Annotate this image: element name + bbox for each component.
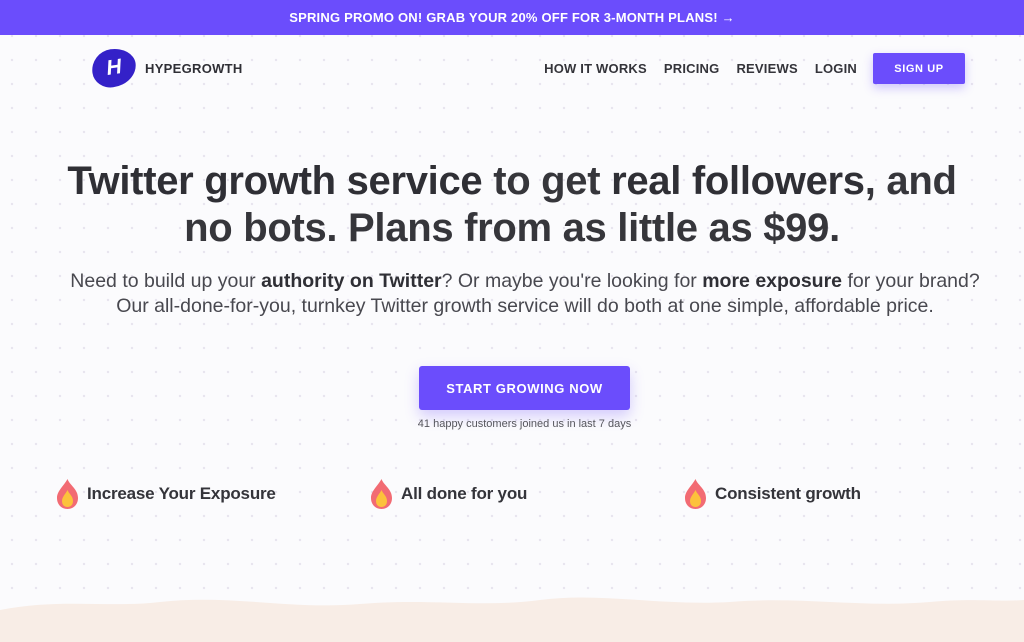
feature-consistent-growth: Consistent growth — [683, 478, 861, 510]
hero-desc-text-1: Need to build up your — [70, 270, 262, 292]
hero-description: Need to build up your authority on Twitt… — [66, 269, 984, 319]
brand-logo[interactable]: H HYPEGROWTH — [89, 46, 243, 90]
logo-icon: H — [89, 46, 139, 90]
hero-title-bold-1: Twitter growth service — [67, 159, 483, 203]
feature-label: All done for you — [401, 484, 528, 503]
flame-icon — [57, 479, 78, 509]
feature-increase-exposure: Increase Your Exposure — [55, 478, 276, 510]
hero-title: Twitter growth service to get real follo… — [40, 158, 984, 252]
hero-desc-text-2: ? Or maybe you're looking for — [441, 270, 703, 292]
hero-title-text-1: to get — [482, 159, 612, 203]
hero-desc-bold-2: more exposure — [702, 270, 843, 292]
social-proof-note: 41 happy customers joined us in last 7 d… — [417, 418, 632, 430]
nav-login[interactable]: LOGIN — [815, 61, 857, 76]
site-header: H HYPEGROWTH HOW IT WORKS PRICING REVIEW… — [0, 35, 1024, 101]
start-growing-button[interactable]: START GROWING NOW — [419, 366, 630, 410]
flame-icon — [371, 479, 392, 509]
hero-title-bold-2: real followers — [611, 159, 865, 203]
feature-label: Consistent growth — [715, 484, 861, 503]
nav-pricing[interactable]: PRICING — [664, 61, 720, 76]
nav-how-it-works[interactable]: HOW IT WORKS — [544, 61, 647, 76]
main-nav: HOW IT WORKS PRICING REVIEWS LOGIN SIGN … — [544, 53, 965, 84]
brand-name: HYPEGROWTH — [145, 60, 243, 76]
feature-label: Increase Your Exposure — [87, 484, 276, 503]
flame-icon — [685, 479, 706, 509]
hero-desc-bold-1: authority on Twitter — [261, 270, 442, 292]
decorative-wave — [0, 597, 1024, 642]
sign-up-button[interactable]: SIGN UP — [873, 53, 965, 84]
feature-all-done: All done for you — [369, 478, 527, 510]
promo-text[interactable]: SPRING PROMO ON! GRAB YOUR 20% OFF FOR 3… — [289, 10, 735, 25]
promo-banner[interactable]: SPRING PROMO ON! GRAB YOUR 20% OFF FOR 3… — [0, 0, 1024, 35]
nav-reviews[interactable]: REVIEWS — [736, 61, 797, 76]
